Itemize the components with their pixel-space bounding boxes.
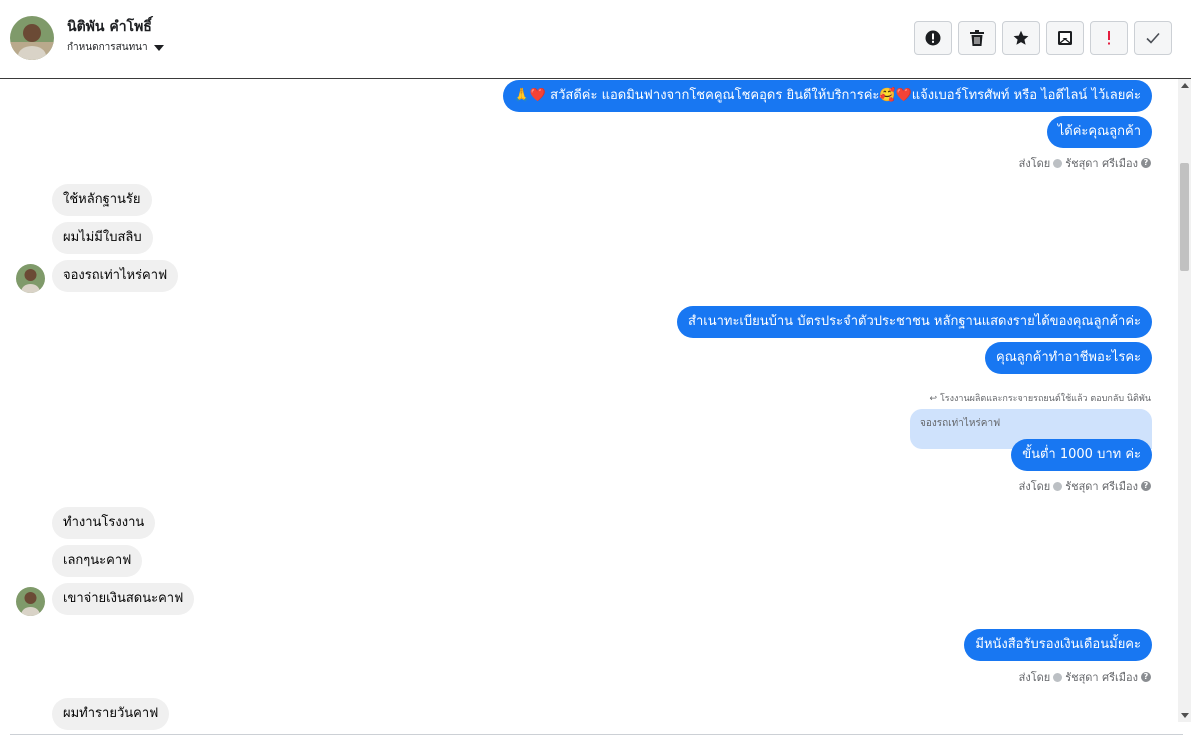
page-user-icon	[1053, 481, 1063, 491]
incoming-message[interactable]: ผมไม่มีใบสลิบ	[52, 222, 153, 254]
help-icon[interactable]: ?	[1141, 481, 1151, 491]
scroll-down-arrow-icon[interactable]	[1181, 713, 1189, 718]
mark-done-button[interactable]	[1134, 21, 1172, 55]
contact-avatar-small[interactable]	[16, 264, 45, 293]
contact-avatar-small[interactable]	[16, 587, 45, 616]
conversation-label: กำหนดการสนทนา	[67, 42, 148, 53]
outgoing-message[interactable]: ขั้นต่ำ 1000 บาท ค่ะ	[1011, 439, 1152, 471]
sender-name[interactable]: รัชสุดา ศรีเมือง	[1065, 668, 1138, 686]
help-icon[interactable]: ?	[1141, 158, 1151, 168]
delete-button[interactable]	[958, 21, 996, 55]
help-icon[interactable]: ?	[1141, 672, 1151, 682]
check-icon	[1146, 32, 1160, 44]
sender-name[interactable]: รัชสุดา ศรีเมือง	[1065, 154, 1138, 172]
page-user-icon	[1053, 672, 1063, 682]
page-user-icon	[1053, 158, 1063, 168]
sent-by-meta: ส่งโดย รัชสุดา ศรีเมือง ?	[1019, 477, 1151, 495]
scroll-up-arrow-icon[interactable]	[1181, 83, 1189, 88]
scroll-thumb[interactable]	[1180, 163, 1189, 271]
outgoing-message[interactable]: 🙏❤️ สวัสดีค่ะ แอดมินฟางจากโชคคูณโชคอุดร …	[502, 80, 1152, 112]
outgoing-message[interactable]: ได้ค่ะคุณลูกค้า	[1046, 116, 1152, 148]
sent-by-label: ส่งโดย	[1018, 157, 1051, 170]
exclamation-icon	[1108, 31, 1110, 45]
sent-by-meta: ส่งโดย รัชสุดา ศรีเมือง ?	[1019, 154, 1151, 172]
sent-by-meta: ส่งโดย รัชสุดา ศรีเมือง ?	[1019, 668, 1151, 686]
outgoing-message[interactable]: มีหนังสือรับรองเงินเดือนมั้ยคะ	[964, 629, 1152, 661]
incoming-message[interactable]: ผมทำรายวันคาฟ	[52, 698, 170, 730]
contact-name[interactable]: นิติพัน คำโพธิ์	[67, 16, 152, 38]
mark-unread-icon	[1058, 31, 1072, 45]
conversation-toolbar	[914, 21, 1172, 55]
star-icon	[1013, 30, 1029, 45]
sent-by-label: ส่งโดย	[1018, 671, 1051, 684]
reply-context-note: ↩ โรงงานผลิตและกระจายรถยนต์ใช้แล้ว ตอบกล…	[930, 391, 1151, 405]
trash-icon	[970, 30, 984, 46]
sent-by-label: ส่งโดย	[1018, 480, 1051, 493]
caret-down-icon	[153, 44, 164, 51]
alert-circle-icon	[925, 30, 941, 46]
outgoing-message[interactable]: คุณลูกค้าทำอาชีพอะไรคะ	[985, 342, 1152, 374]
mark-unread-button[interactable]	[1046, 21, 1084, 55]
message-thread: 🙏❤️ สวัสดีค่ะ แอดมินฟางจากโชคคูณโชคอุดร …	[0, 79, 1178, 734]
incoming-message[interactable]: เลกๆนะคาฟ	[52, 545, 143, 577]
incoming-message[interactable]: ทำงานโรงงาน	[52, 507, 156, 539]
outgoing-message[interactable]: สำเนาทะเบียนบ้าน บัตรประจำตัวประชาชน หลั…	[677, 306, 1152, 338]
incoming-message[interactable]: ใช้หลักฐานรัย	[52, 184, 152, 216]
star-button[interactable]	[1002, 21, 1040, 55]
thread-scrollbar[interactable]	[1178, 79, 1191, 722]
conversation-settings-dropdown[interactable]: กำหนดการสนทนา	[67, 40, 164, 55]
reply-note-text: โรงงานผลิตและกระจายรถยนต์ใช้แล้ว ตอบกลับ…	[939, 394, 1151, 404]
reply-arrow-icon: ↩	[929, 394, 938, 404]
flag-important-button[interactable]	[1090, 21, 1128, 55]
incoming-message[interactable]: จองรถเท่าไหร่คาฟ	[52, 260, 179, 292]
contact-avatar[interactable]	[10, 16, 54, 60]
incoming-message[interactable]: เขาจ่ายเงินสดนะคาฟ	[52, 583, 195, 615]
sender-name[interactable]: รัชสุดา ศรีเมือง	[1065, 477, 1138, 495]
alert-button[interactable]	[914, 21, 952, 55]
conversation-header: นิติพัน คำโพธิ์ กำหนดการสนทนา	[0, 0, 1191, 79]
